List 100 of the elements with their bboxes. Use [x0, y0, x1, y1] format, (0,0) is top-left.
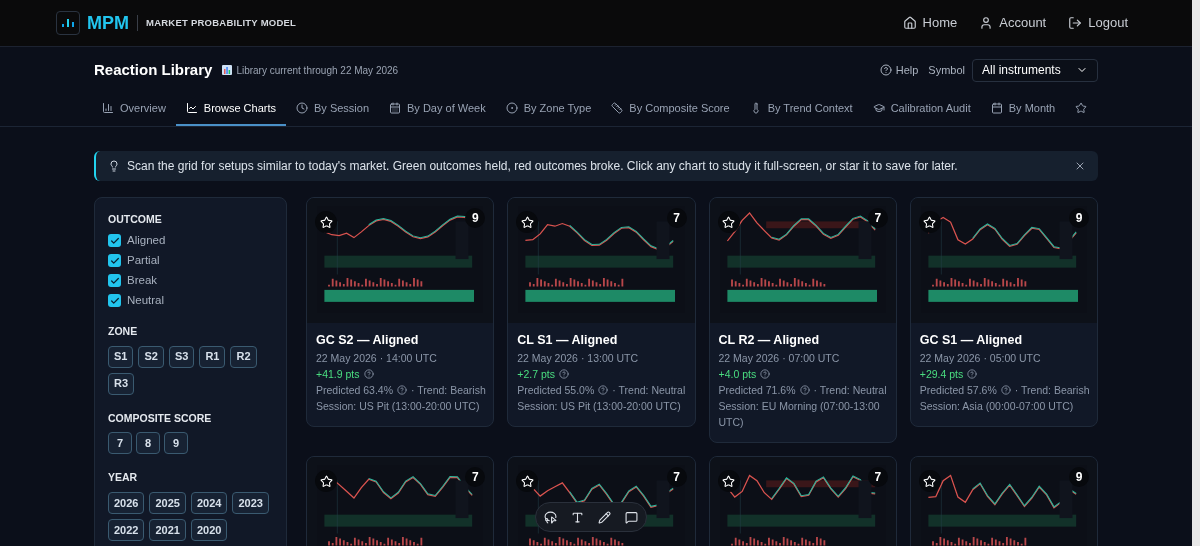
help-icon[interactable]	[397, 385, 408, 395]
chart-card[interactable]: 7	[708, 456, 897, 546]
pencil-icon[interactable]	[598, 510, 611, 524]
filter-chip[interactable]: 2024	[190, 492, 228, 514]
brand-tagline: MARKET PROBABILITY MODEL	[146, 15, 297, 30]
checkbox-label: Partial	[127, 253, 160, 269]
lightbulb-icon	[108, 160, 120, 172]
chart-card[interactable]: 9 GC S2 — Aligned 22 May 2026 · 14:00 UTC +41.9 pts Predicted 63.4% · Trend: Bearish Session: US Pit (13:00-20:00 UTC)	[306, 197, 495, 427]
tab[interactable]: By Composite Score	[601, 92, 740, 126]
star-button[interactable]	[516, 211, 539, 233]
filter-chip[interactable]: R2	[230, 345, 257, 368]
filter-chip[interactable]: 2020	[190, 519, 228, 541]
tab[interactable]: Overview	[92, 92, 176, 126]
filter-chip[interactable]: R1	[199, 345, 226, 368]
banner-text: Scan the grid for setups similar to today's market. Green outcomes held, red outcomes broke. Click any chart to study it full-screen, or star it to save for later.	[127, 158, 958, 175]
checkbox[interactable]	[108, 234, 121, 248]
filter-chip[interactable]: 2021	[149, 519, 186, 541]
star-icon	[319, 474, 333, 488]
help-icon[interactable]	[598, 385, 609, 395]
chart-card[interactable]: 9 GC S1 — Aligned 22 May 2026 · 05:00 UTC +29.4 pts Predicted 57.6% · Trend: Bearish Session: Asia (00:00-07:00 UTC)	[909, 197, 1098, 427]
predicted-probability: Predicted 63.4%	[316, 383, 394, 398]
checkbox[interactable]	[108, 254, 121, 268]
tab[interactable]: Browse Charts	[175, 92, 286, 126]
card-time: 22 May 2026 · 07:00 UTC	[718, 351, 841, 366]
star-button[interactable]	[918, 470, 941, 492]
trend-label: · Trend: Neutral	[612, 383, 686, 398]
check-icon	[109, 255, 120, 266]
user-icon	[979, 16, 994, 30]
chart-card[interactable]: 7 CL R2 — Aligned 22 May 2026 · 07:00 UTC +4.0 pts Predicted 71.6% · Trend: Neutral Session: EU Morning (07:00-13:00 UTC)	[708, 197, 897, 443]
star-icon	[923, 474, 937, 488]
help-icon[interactable]	[967, 369, 978, 379]
filter-chip[interactable]: R3	[108, 372, 135, 395]
star-icon	[722, 474, 735, 488]
close-icon	[1074, 160, 1086, 172]
scrollbar[interactable]	[1192, 0, 1200, 546]
card-time: 22 May 2026 · 13:00 UTC	[517, 351, 640, 366]
nav-link[interactable]: Home	[902, 13, 958, 33]
filter-chip[interactable]: 2026	[108, 492, 145, 514]
star-icon	[520, 215, 534, 229]
star-button[interactable]	[315, 211, 337, 233]
filter-chip[interactable]: 9	[164, 432, 188, 455]
calendar-icon	[389, 102, 401, 114]
filter-chip[interactable]: 2023	[232, 492, 269, 514]
help-icon[interactable]	[760, 369, 771, 379]
checkbox[interactable]	[108, 274, 121, 288]
star-button[interactable]	[717, 211, 740, 233]
tab[interactable]: By Trend Context	[739, 92, 863, 126]
tab[interactable]: By Session	[286, 92, 379, 126]
star-icon	[722, 215, 735, 229]
help-icon[interactable]	[558, 369, 569, 379]
star-icon	[923, 215, 937, 229]
help-icon[interactable]	[1000, 385, 1011, 395]
filter-chip[interactable]: 8	[136, 432, 160, 455]
chart-badge-icon	[222, 65, 233, 75]
chart-card[interactable]: 9	[909, 456, 1098, 546]
nav-link[interactable]: Logout	[1068, 13, 1128, 33]
section-heading: YEAR	[108, 470, 139, 486]
check-icon	[109, 235, 120, 246]
close-button[interactable]	[1074, 160, 1086, 172]
tab[interactable]: Calibration Audit	[862, 92, 981, 126]
filter-chip[interactable]: 2025	[149, 492, 186, 514]
filter-chip[interactable]: S2	[138, 345, 164, 368]
filter-chip[interactable]: S1	[108, 345, 134, 368]
card-time: 22 May 2026 · 05:00 UTC	[919, 351, 1042, 366]
check-icon	[109, 275, 120, 286]
tab[interactable]: By Month	[980, 92, 1066, 126]
card-title: CL S1 — Aligned	[517, 332, 619, 349]
comment-icon[interactable]	[625, 510, 638, 524]
text-tool-icon[interactable]	[571, 510, 584, 524]
star-button[interactable]	[918, 211, 941, 233]
help-icon[interactable]	[363, 369, 374, 379]
nav-link[interactable]: Account	[979, 13, 1047, 33]
star-button[interactable]	[315, 470, 337, 492]
tab[interactable]: By Day of Week	[379, 92, 496, 126]
checkbox[interactable]	[108, 294, 121, 308]
points-change: +2.7 pts	[517, 367, 555, 382]
predicted-probability: Predicted 55.0%	[517, 383, 595, 398]
symbol-label: Symbol	[928, 62, 965, 78]
lasso-select-icon[interactable]	[544, 510, 557, 524]
help-link[interactable]: Help	[879, 61, 919, 79]
chart-card[interactable]: 7	[306, 456, 495, 546]
filter-chip[interactable]: S3	[168, 345, 195, 368]
star-button[interactable]	[717, 470, 740, 492]
symbol-select[interactable]: All instruments	[972, 58, 1098, 82]
filter-chip[interactable]: 7	[108, 432, 132, 455]
library-status: Library current through 22 May 2026	[236, 63, 399, 78]
points-change: +41.9 pts	[316, 367, 360, 382]
checkbox-label: Aligned	[127, 233, 166, 249]
house-icon	[902, 16, 917, 30]
star-button[interactable]	[516, 470, 539, 492]
section-heading: COMPOSITE SCORE	[108, 410, 213, 426]
star-icon	[520, 474, 534, 488]
points-change: +29.4 pts	[919, 367, 964, 382]
predicted-probability: Predicted 57.6%	[919, 383, 997, 398]
logout-icon	[1068, 16, 1083, 30]
chart-card[interactable]: 7 CL S1 — Aligned 22 May 2026 · 13:00 UTC +2.7 pts Predicted 55.0% · Trend: Neutral Session: US Pit (13:00-20:00 UTC)	[507, 197, 696, 427]
filter-chip[interactable]: 2022	[108, 519, 145, 541]
card-title: GC S2 — Aligned	[316, 332, 420, 349]
tab[interactable]: By Zone Type	[495, 92, 602, 126]
help-icon[interactable]	[799, 385, 810, 395]
